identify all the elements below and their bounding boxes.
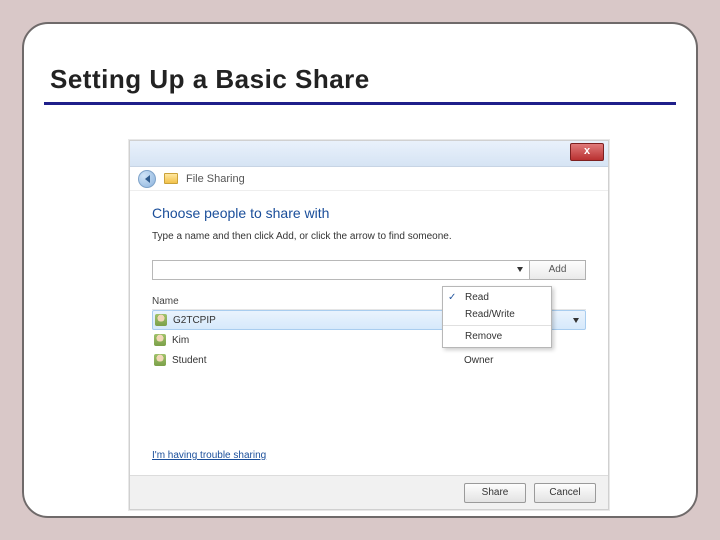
slide-frame: Setting Up a Basic Share x File Sharing … xyxy=(22,22,698,518)
chevron-down-icon[interactable] xyxy=(517,267,523,272)
slide-title: Setting Up a Basic Share xyxy=(50,64,370,95)
nav-row: File Sharing xyxy=(130,167,608,191)
add-row: Add xyxy=(152,260,586,280)
column-name: Name xyxy=(152,296,466,307)
row-name: Kim xyxy=(172,335,464,346)
row-permission-label: Owner xyxy=(464,355,493,366)
titlebar: x xyxy=(130,141,608,167)
close-button[interactable]: x xyxy=(570,143,604,161)
permission-menu: ✓ Read Read/Write Remove xyxy=(442,286,552,348)
folder-icon xyxy=(164,173,178,184)
dialog-footer: Share Cancel xyxy=(130,475,608,509)
check-icon: ✓ xyxy=(448,292,456,303)
back-icon[interactable] xyxy=(138,170,156,188)
name-combobox[interactable] xyxy=(152,260,530,280)
row-name: Student xyxy=(172,355,464,366)
share-button[interactable]: Share xyxy=(464,483,526,503)
dialog-body: Choose people to share with Type a name … xyxy=(130,191,608,378)
list-row[interactable]: Student Owner xyxy=(152,350,586,370)
menu-item-remove[interactable]: Remove xyxy=(443,325,551,345)
window-title: File Sharing xyxy=(186,173,245,185)
menu-item-label: Read xyxy=(465,292,489,303)
user-icon xyxy=(154,334,166,346)
menu-item-readwrite[interactable]: Read/Write xyxy=(443,306,551,323)
user-icon xyxy=(154,354,166,366)
add-button[interactable]: Add xyxy=(530,260,586,280)
user-icon xyxy=(155,314,167,326)
menu-item-read[interactable]: ✓ Read xyxy=(443,289,551,306)
chevron-down-icon[interactable] xyxy=(573,318,579,323)
dialog-heading: Choose people to share with xyxy=(152,205,586,221)
trouble-sharing-link[interactable]: I'm having trouble sharing xyxy=(152,450,266,461)
cancel-button[interactable]: Cancel xyxy=(534,483,596,503)
menu-item-label: Read/Write xyxy=(465,309,515,320)
row-permission[interactable]: Owner xyxy=(464,355,584,366)
dialog-instruction: Type a name and then click Add, or click… xyxy=(152,231,586,242)
row-name: G2TCPIP xyxy=(173,315,463,326)
title-rule xyxy=(44,102,676,105)
menu-item-label: Remove xyxy=(465,331,502,342)
